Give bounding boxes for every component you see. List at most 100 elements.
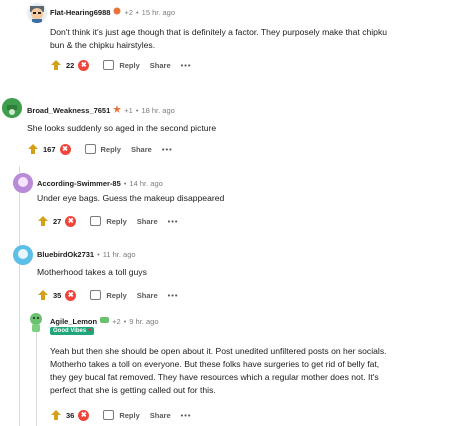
reply-icon	[84, 144, 96, 154]
timestamp[interactable]: 11 hr. ago	[103, 250, 136, 259]
award-icon[interactable]: ✖	[59, 143, 71, 155]
comment-line: She looks suddenly so aged in the second…	[27, 123, 217, 133]
upvote-icon[interactable]	[50, 59, 62, 71]
award-icon[interactable]: ✖	[65, 215, 77, 227]
avatar-snoo-icon	[2, 98, 22, 118]
heart-icon: ♥	[87, 328, 92, 334]
award-icon[interactable]: ✖	[78, 409, 90, 421]
comment-meta: Flat-Hearing6988 +2 • 15 hr. ago	[50, 7, 175, 17]
username[interactable]: Flat-Hearing6988	[50, 8, 110, 17]
meta-separator: •	[135, 105, 139, 115]
reply-label: Reply	[106, 290, 127, 300]
reply-label: Reply	[119, 410, 140, 420]
meta-separator: •	[97, 250, 100, 259]
reply-icon	[103, 60, 115, 70]
user-flair-badge: Good Vibes ♥	[50, 327, 95, 335]
vote-score: 27	[53, 216, 62, 226]
more-options-button[interactable]: •••	[162, 145, 173, 154]
comment-line: Motherhood takes a toll guys	[37, 267, 147, 277]
upvote-icon[interactable]	[37, 289, 49, 301]
reply-button[interactable]: Reply	[84, 144, 121, 154]
reply-label: Reply	[106, 216, 127, 226]
share-button[interactable]: Share	[150, 61, 171, 70]
avatar-snoo-icon	[13, 173, 33, 193]
user-flair: Good Vibes ♥	[50, 327, 95, 335]
reply-label: Reply	[100, 144, 121, 154]
vote-score: 36	[66, 410, 75, 420]
comment-meta: Broad_Weakness_7651 +1 • 18 hr. ago	[27, 105, 175, 115]
comment-actions: 22 ✖ Reply Share •••	[50, 59, 192, 71]
avatar[interactable]	[26, 312, 46, 332]
share-button[interactable]: Share	[137, 217, 158, 226]
comment-body: Under eye bags. Guess the makeup disappe…	[37, 192, 467, 205]
comment-body: Yeah but then she should be open about i…	[50, 345, 470, 397]
comment-line: they gey bucal fat removed. They have re…	[50, 372, 379, 382]
reply-icon	[90, 290, 102, 300]
username[interactable]: Agile_Lemon	[50, 317, 97, 326]
comment-meta: Agile_Lemon +2 • 9 hr. ago	[50, 316, 159, 326]
avatar[interactable]	[27, 3, 47, 23]
meta-separator: •	[123, 179, 127, 188]
more-options-button[interactable]: •••	[168, 217, 179, 226]
timestamp[interactable]: 18 hr. ago	[141, 106, 174, 115]
comment-body: Don't think it's just age though that is…	[50, 26, 470, 52]
timestamp[interactable]: 14 hr. ago	[129, 179, 162, 188]
award-icon[interactable]: ✖	[78, 59, 90, 71]
comment-line: bun & the chipku hairstyles.	[50, 40, 156, 50]
reply-button[interactable]: Reply	[90, 290, 127, 300]
reply-icon	[90, 216, 102, 226]
share-button[interactable]: Share	[137, 291, 158, 300]
comment: BluebirdOk2731 • 11 hr. ago Motherhood t…	[0, 243, 474, 308]
flair-icon	[113, 7, 121, 17]
award-icon[interactable]: ✖	[65, 289, 77, 301]
meta-separator: •	[123, 316, 127, 326]
comment: Agile_Lemon +2 • 9 hr. ago Good Vibes ♥ …	[0, 310, 474, 426]
comment: According-Swimmer-85 • 14 hr. ago Under …	[0, 170, 474, 240]
reply-button[interactable]: Reply	[103, 60, 140, 70]
comment-line: Motherho takes a toll on everyone. But t…	[50, 359, 380, 369]
flair-count: +2	[124, 7, 134, 17]
comment: Flat-Hearing6988 +2 • 15 hr. ago Don't t…	[0, 0, 474, 90]
more-options-button[interactable]: •••	[181, 61, 192, 70]
username[interactable]: BluebirdOk2731	[37, 250, 94, 259]
reply-button[interactable]: Reply	[103, 410, 140, 420]
more-options-button[interactable]: •••	[168, 291, 179, 300]
more-options-button[interactable]: •••	[181, 411, 192, 420]
vote-score: 22	[66, 60, 75, 70]
user-flair-label: Good Vibes	[53, 328, 87, 334]
avatar-snoo-icon	[30, 6, 44, 23]
avatar[interactable]	[13, 245, 33, 265]
flair-count: +1	[124, 105, 133, 115]
timestamp[interactable]: 15 hr. ago	[142, 8, 175, 17]
reply-icon	[103, 410, 115, 420]
comment-line: Don't think it's just age though that is…	[50, 27, 388, 37]
comment: Broad_Weakness_7651 +1 • 18 hr. ago She …	[0, 92, 474, 162]
comment-actions: 167 ✖ Reply Share •••	[27, 143, 173, 155]
vote-score: 35	[53, 290, 62, 300]
comment-meta: BluebirdOk2731 • 11 hr. ago	[37, 250, 136, 259]
flair-icon	[113, 105, 122, 115]
upvote-icon[interactable]	[27, 143, 39, 155]
upvote-icon[interactable]	[50, 409, 62, 421]
comment-actions: 27 ✖ Reply Share •••	[37, 215, 179, 227]
vote-score: 167	[43, 144, 56, 154]
share-button[interactable]: Share	[131, 145, 152, 154]
meta-separator: •	[136, 7, 139, 17]
flair-count: +2	[112, 316, 121, 326]
avatar-snoo-icon	[13, 245, 33, 265]
upvote-icon[interactable]	[37, 215, 49, 227]
comment-line: perfect that she is getting called out f…	[50, 385, 216, 395]
timestamp[interactable]: 9 hr. ago	[129, 317, 158, 326]
share-button[interactable]: Share	[150, 411, 171, 420]
comment-actions: 36 ✖ Reply Share •••	[50, 409, 192, 421]
comment-line: Yeah but then she should be open about i…	[50, 346, 387, 356]
reply-label: Reply	[119, 60, 140, 70]
avatar-snoo-icon	[30, 313, 42, 332]
avatar[interactable]	[2, 98, 22, 118]
username[interactable]: According-Swimmer-85	[37, 179, 121, 188]
avatar[interactable]	[13, 173, 33, 193]
comment-body: Motherhood takes a toll guys	[37, 266, 467, 279]
reply-button[interactable]: Reply	[90, 216, 127, 226]
comment-actions: 35 ✖ Reply Share •••	[37, 289, 179, 301]
username[interactable]: Broad_Weakness_7651	[27, 106, 110, 115]
